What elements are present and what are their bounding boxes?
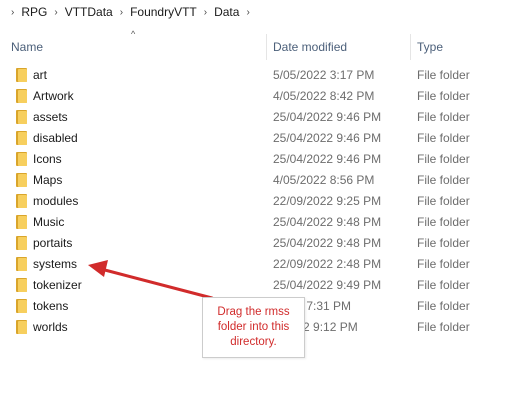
breadcrumb-item-vttdata[interactable]: VTTData (63, 5, 115, 19)
item-type: File folder (417, 299, 470, 313)
item-type: File folder (417, 236, 470, 250)
date-modified: 22/09/2022 9:25 PM (273, 194, 382, 208)
folder-icon (16, 257, 27, 271)
item-type: File folder (417, 110, 470, 124)
item-type: File folder (417, 320, 470, 334)
folder-icon (16, 278, 27, 292)
breadcrumb-item-rpg[interactable]: RPG (19, 5, 49, 19)
folder-row-tokenizer[interactable]: tokenizer 25/04/2022 9:49 PM File folder (0, 274, 515, 295)
sort-ascending-icon: ^ (131, 29, 136, 39)
date-modified: 5/05/2022 3:17 PM (273, 68, 375, 82)
callout-text: Drag the rmss folder into this directory… (208, 305, 300, 350)
date-modified: 4/05/2022 8:42 PM (273, 89, 375, 103)
folder-row-modules[interactable]: modules 22/09/2022 9:25 PM File folder (0, 190, 515, 211)
date-modified: 25/04/2022 9:48 PM (273, 236, 382, 250)
column-header-name[interactable]: Name (11, 40, 43, 54)
folder-icon (16, 131, 27, 145)
chevron-right-icon[interactable]: › (199, 7, 212, 18)
folder-name[interactable]: Music (33, 215, 64, 229)
date-modified: 25/04/2022 9:49 PM (273, 278, 382, 292)
chevron-right-icon[interactable]: › (49, 7, 62, 18)
item-type: File folder (417, 68, 470, 82)
folder-icon (16, 320, 27, 334)
date-modified: 4/05/2022 8:56 PM (273, 173, 375, 187)
column-divider[interactable] (266, 34, 267, 60)
item-type: File folder (417, 173, 470, 187)
folder-name[interactable]: Artwork (33, 89, 74, 103)
chevron-right-icon: › (11, 6, 15, 18)
folder-name[interactable]: Icons (33, 152, 62, 166)
breadcrumb: › RPG › VTTData › FoundryVTT › Data › (0, 0, 515, 24)
folder-name[interactable]: systems (33, 257, 77, 271)
chevron-right-icon[interactable]: › (115, 7, 128, 18)
column-header-date-modified[interactable]: Date modified (273, 40, 347, 54)
folder-name[interactable]: Maps (33, 173, 62, 187)
folder-icon (16, 89, 27, 103)
folder-name[interactable]: tokenizer (33, 278, 82, 292)
chevron-right-icon[interactable]: › (241, 7, 254, 18)
folder-name[interactable]: disabled (33, 131, 78, 145)
column-divider[interactable] (410, 34, 411, 60)
item-type: File folder (417, 131, 470, 145)
folder-icon (16, 173, 27, 187)
folder-name[interactable]: assets (33, 110, 68, 124)
item-type: File folder (417, 152, 470, 166)
item-type: File folder (417, 194, 470, 208)
folder-name[interactable]: worlds (33, 320, 68, 334)
item-type: File folder (417, 257, 470, 271)
column-header-type[interactable]: Type (417, 40, 443, 54)
folder-row-art[interactable]: art 5/05/2022 3:17 PM File folder (0, 64, 515, 85)
folder-row-disabled[interactable]: disabled 25/04/2022 9:46 PM File folder (0, 127, 515, 148)
callout-line: folder into this (217, 321, 290, 333)
folder-row-music[interactable]: Music 25/04/2022 9:48 PM File folder (0, 211, 515, 232)
folder-name[interactable]: modules (33, 194, 78, 208)
item-type: File folder (417, 278, 470, 292)
breadcrumb-item-foundryvtt[interactable]: FoundryVTT (128, 5, 199, 19)
date-modified: 25/04/2022 9:46 PM (273, 152, 382, 166)
folder-row-icons[interactable]: Icons 25/04/2022 9:46 PM File folder (0, 148, 515, 169)
date-modified: 22/09/2022 2:48 PM (273, 257, 382, 271)
callout-line: Drag the rmss (217, 306, 290, 318)
column-header-row: ^ Name Date modified Type (0, 24, 515, 64)
date-modified: 25/04/2022 9:48 PM (273, 215, 382, 229)
folder-row-assets[interactable]: assets 25/04/2022 9:46 PM File folder (0, 106, 515, 127)
folder-row-artwork[interactable]: Artwork 4/05/2022 8:42 PM File folder (0, 85, 515, 106)
folder-icon (16, 152, 27, 166)
folder-icon (16, 68, 27, 82)
folder-icon (16, 236, 27, 250)
item-type: File folder (417, 215, 470, 229)
folder-name[interactable]: tokens (33, 299, 68, 313)
folder-icon (16, 215, 27, 229)
item-type: File folder (417, 89, 470, 103)
folder-row-maps[interactable]: Maps 4/05/2022 8:56 PM File folder (0, 169, 515, 190)
breadcrumb-item-data[interactable]: Data (212, 5, 241, 19)
folder-icon (16, 299, 27, 313)
folder-name[interactable]: art (33, 68, 47, 82)
folder-row-systems[interactable]: systems 22/09/2022 2:48 PM File folder (0, 253, 515, 274)
annotation-callout: Drag the rmss folder into this directory… (202, 297, 305, 358)
folder-icon (16, 110, 27, 124)
folder-icon (16, 194, 27, 208)
folder-name[interactable]: portaits (33, 236, 72, 250)
date-modified: 25/04/2022 9:46 PM (273, 131, 382, 145)
date-modified: 25/04/2022 9:46 PM (273, 110, 382, 124)
callout-line: directory. (230, 336, 277, 348)
folder-row-portaits[interactable]: portaits 25/04/2022 9:48 PM File folder (0, 232, 515, 253)
